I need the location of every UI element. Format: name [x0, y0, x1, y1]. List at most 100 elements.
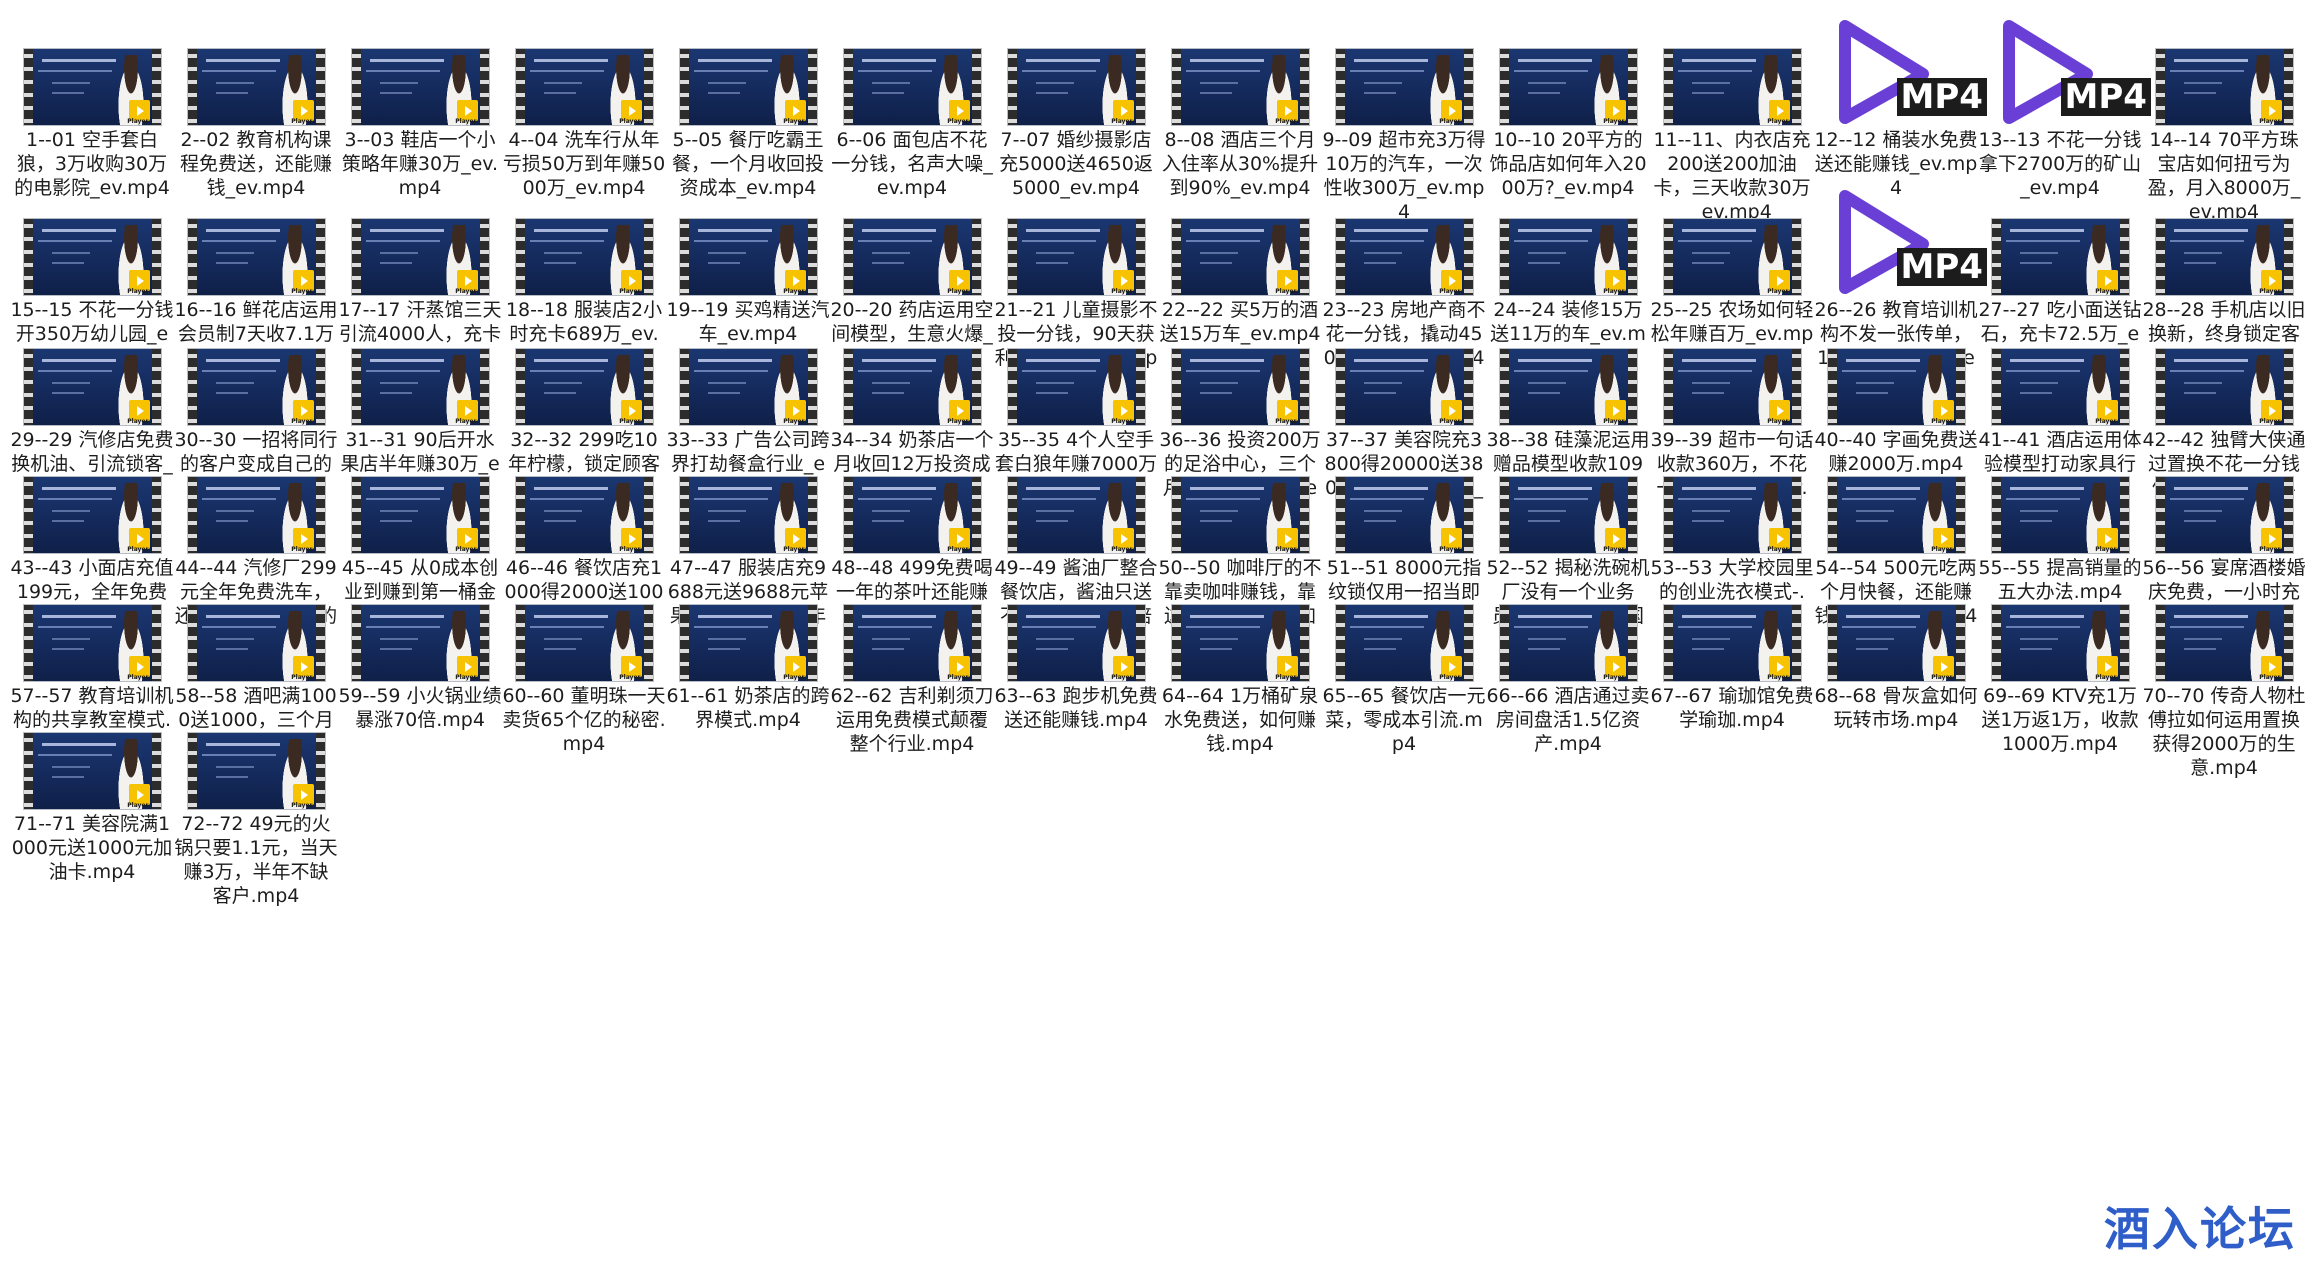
player-badge-label: Player	[1111, 546, 1133, 553]
player-badge-label: Player	[1603, 288, 1625, 295]
video-thumbnail: Player	[2154, 218, 2294, 296]
player-badge-label: Player	[127, 802, 149, 809]
file-item[interactable]: Player 69--69 KTV充1万送1万返1万，收款1000万.mp4	[1978, 604, 2142, 756]
player-badge-label: Player	[2095, 418, 2117, 425]
file-name: 11--11、内衣店充200送200加油卡，三天收款30万_ev.mp4	[1653, 129, 1811, 223]
player-badge-label: Player	[947, 288, 969, 295]
player-badge-label: Player	[1603, 418, 1625, 425]
player-badge-label: Player	[1439, 546, 1461, 553]
file-item[interactable]: Player 6--06 面包店不花一分钱，名声大噪_ev.mp4	[830, 48, 994, 200]
file-item[interactable]: Player 40--40 字画免费送赚2000万.mp4	[1814, 348, 1978, 476]
video-thumbnail: Player	[1334, 604, 1474, 682]
player-badge-label: Player	[619, 118, 641, 125]
file-item[interactable]: Player 55--55 提高销量的五大办法.mp4	[1978, 476, 2142, 604]
file-item[interactable]: Player 2--02 教育机构课程免费送，还能赚钱_ev.mp4	[174, 48, 338, 200]
file-item[interactable]: MP4 13--13 不花一分钱拿下2700万的矿山_ev.mp4	[1978, 20, 2151, 200]
video-thumbnail: Player	[1006, 348, 1146, 426]
player-badge-label: Player	[1931, 546, 1953, 553]
file-name: 5--05 餐厅吃霸王餐，一个月收回投资成本_ev.mp4	[671, 129, 824, 199]
video-thumbnail: Player	[350, 348, 490, 426]
file-item[interactable]: Player 65--65 餐饮店一元菜，零成本引流.mp4	[1322, 604, 1486, 756]
video-thumbnail: Player	[1662, 476, 1802, 554]
file-name: 14--14 70平方珠宝店如何扭亏为盈，月入8000万_ev.mp4	[2147, 129, 2301, 223]
file-name: 7--07 婚纱摄影店充5000送4650返5000_ev.mp4	[999, 129, 1153, 199]
file-item[interactable]: Player 66--66 酒店通过卖房间盘活1.5亿资产.mp4	[1486, 604, 1650, 756]
file-item[interactable]: Player 62--62 吉利剃须刀运用免费模式颠覆整个行业.mp4	[830, 604, 994, 756]
video-thumbnail: Player	[186, 348, 326, 426]
player-badge-label: Player	[455, 674, 477, 681]
video-thumbnail: Player	[22, 604, 162, 682]
file-item[interactable]: Player 22--22 买5万的酒送15万车_ev.mp4	[1158, 218, 1322, 346]
file-item[interactable]: Player 11--11、内衣店充200送200加油卡，三天收款30万_ev.m…	[1650, 48, 1814, 224]
player-badge-label: Player	[455, 546, 477, 553]
player-badge-label: Player	[1439, 288, 1461, 295]
video-thumbnail: Player	[1662, 604, 1802, 682]
video-thumbnail: Player	[186, 732, 326, 810]
video-thumbnail: Player	[1006, 48, 1146, 126]
player-badge-label: Player	[1931, 418, 1953, 425]
file-item[interactable]: Player 3--03 鞋店一个小策略年赚30万_ev.mp4	[338, 48, 502, 200]
file-item[interactable]: Player 72--72 49元的火锅只要1.1元，当天赚3万，半年不缺客户.m…	[174, 732, 338, 908]
file-name: 63--63 跑步机免费送还能赚钱.mp4	[994, 685, 1158, 731]
file-name: 6--06 面包店不花一分钱，名声大噪_ev.mp4	[831, 129, 993, 199]
file-item[interactable]: Player 63--63 跑步机免费送还能赚钱.mp4	[994, 604, 1158, 732]
file-item[interactable]: Player 1--01 空手套白狼，3万收购30万的电影院_ev.mp4	[10, 48, 174, 200]
file-item[interactable]: Player 59--59 小火锅业绩暴涨70倍.mp4	[338, 604, 502, 732]
file-item[interactable]: Player 71--71 美容院满1000元送1000元加油卡.mp4	[10, 732, 174, 884]
video-thumbnail: Player	[22, 476, 162, 554]
player-badge-label: Player	[127, 118, 149, 125]
file-item[interactable]: Player 64--64 1万桶矿泉水免费送，如何赚钱.mp4	[1158, 604, 1322, 756]
player-badge-label: Player	[2095, 546, 2117, 553]
player-badge-label: Player	[619, 674, 641, 681]
player-badge-label: Player	[1111, 288, 1133, 295]
player-badge-label: Player	[1111, 118, 1133, 125]
player-badge-label: Player	[127, 288, 149, 295]
file-item[interactable]: Player 19--19 买鸡精送汽车_ev.mp4	[666, 218, 830, 346]
file-item[interactable]: Player 60--60 董明珠一天卖货65个亿的秘密.mp4	[502, 604, 666, 756]
file-item[interactable]: Player 68--68 骨灰盒如何玩转市场.mp4	[1814, 604, 1978, 732]
file-item[interactable]: Player 5--05 餐厅吃霸王餐，一个月收回投资成本_ev.mp4	[666, 48, 830, 200]
file-item[interactable]: Player 8--08 酒店三个月入住率从30%提升到90%_ev.mp4	[1158, 48, 1322, 200]
file-item[interactable]: Player 67--67 瑜珈馆免费学瑜珈.mp4	[1650, 604, 1814, 732]
video-thumbnail: Player	[678, 604, 818, 682]
file-name: 13--13 不花一分钱拿下2700万的矿山_ev.mp4	[1978, 129, 2142, 199]
player-badge-label: Player	[2095, 674, 2117, 681]
video-thumbnail: Player	[350, 218, 490, 296]
player-badge-label: Player	[783, 546, 805, 553]
video-thumbnail: Player	[1990, 218, 2130, 296]
file-name: 40--40 字画免费送赚2000万.mp4	[1814, 429, 1978, 475]
file-item[interactable]: Player 70--70 传奇人物杜傅拉如何运用置换获得2000万的生意.mp4	[2142, 604, 2306, 780]
file-item[interactable]: Player 10--10 20平方的饰品店如何年入2000万?_ev.mp4	[1486, 48, 1650, 200]
player-badge-label: Player	[1275, 674, 1297, 681]
video-thumbnail: Player	[1662, 348, 1802, 426]
player-badge-label: Player	[1111, 674, 1133, 681]
video-thumbnail: Player	[1662, 48, 1802, 126]
video-thumbnail: Player	[22, 218, 162, 296]
file-name: 60--60 董明珠一天卖货65个亿的秘密.mp4	[502, 685, 666, 755]
video-thumbnail: Player	[1170, 604, 1310, 682]
player-badge-label: Player	[2259, 288, 2281, 295]
video-thumbnail: Player	[678, 348, 818, 426]
file-name: 64--64 1万桶矿泉水免费送，如何赚钱.mp4	[1161, 685, 1319, 755]
file-item[interactable]: MP4 12--12 桶装水免费送还能赚钱_ev.mp4	[1814, 20, 1987, 200]
file-item[interactable]: Player 9--09 超市充3万得10万的汽车，一次性收300万_ev.mp4	[1322, 48, 1486, 224]
video-thumbnail: Player	[842, 218, 982, 296]
video-thumbnail: Player	[842, 348, 982, 426]
player-badge-label: Player	[1603, 546, 1625, 553]
file-item[interactable]: Player 14--14 70平方珠宝店如何扭亏为盈，月入8000万_ev.mp…	[2142, 48, 2306, 224]
mp4-file-icon: MP4	[1827, 182, 1987, 302]
file-name: 22--22 买5万的酒送15万车_ev.mp4	[1159, 299, 1321, 345]
video-thumbnail: Player	[2154, 604, 2294, 682]
file-item[interactable]: Player 61--61 奶茶店的跨界模式.mp4	[666, 604, 830, 732]
file-name: 10--10 20平方的饰品店如何年入2000万?_ev.mp4	[1489, 129, 1647, 199]
video-thumbnail: Player	[678, 476, 818, 554]
file-item[interactable]: Player 7--07 婚纱摄影店充5000送4650返5000_ev.mp4	[994, 48, 1158, 200]
player-badge-label: Player	[1767, 418, 1789, 425]
player-badge-label: Player	[1111, 418, 1133, 425]
file-name: 8--08 酒店三个月入住率从30%提升到90%_ev.mp4	[1161, 129, 1319, 199]
video-thumbnail: Player	[186, 48, 326, 126]
file-name: 71--71 美容院满1000元送1000元加油卡.mp4	[11, 813, 173, 883]
player-badge-label: Player	[1439, 674, 1461, 681]
file-item[interactable]: Player 4--04 洗车行从年亏损50万到年赚5000万_ev.mp4	[502, 48, 666, 200]
video-thumbnail: Player	[1662, 218, 1802, 296]
